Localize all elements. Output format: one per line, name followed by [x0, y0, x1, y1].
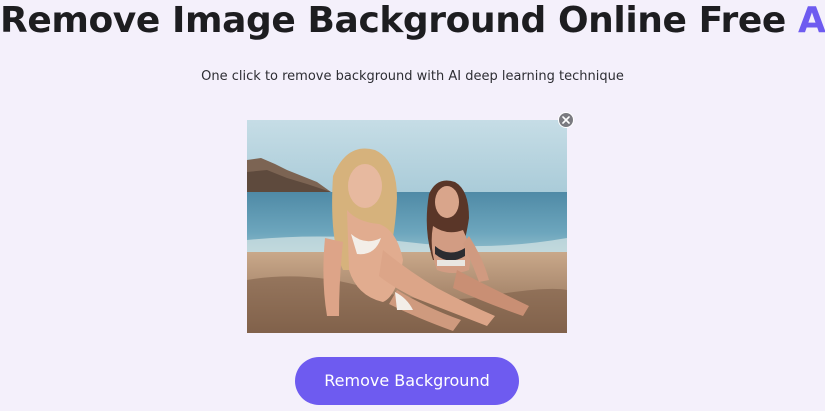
uploaded-image-preview	[247, 120, 567, 333]
page: Remove Image Background Online Free AI O…	[0, 0, 825, 411]
remove-image-button[interactable]	[558, 112, 574, 128]
page-title-accent: AI	[798, 0, 825, 41]
page-title-main: Remove Image Background Online Free	[0, 0, 799, 41]
page-subtitle: One click to remove background with AI d…	[201, 69, 624, 84]
close-icon	[562, 116, 570, 124]
page-title: Remove Image Background Online Free AI	[0, 0, 825, 44]
beach-photo	[247, 120, 567, 333]
remove-background-button[interactable]: Remove Background	[295, 357, 519, 405]
